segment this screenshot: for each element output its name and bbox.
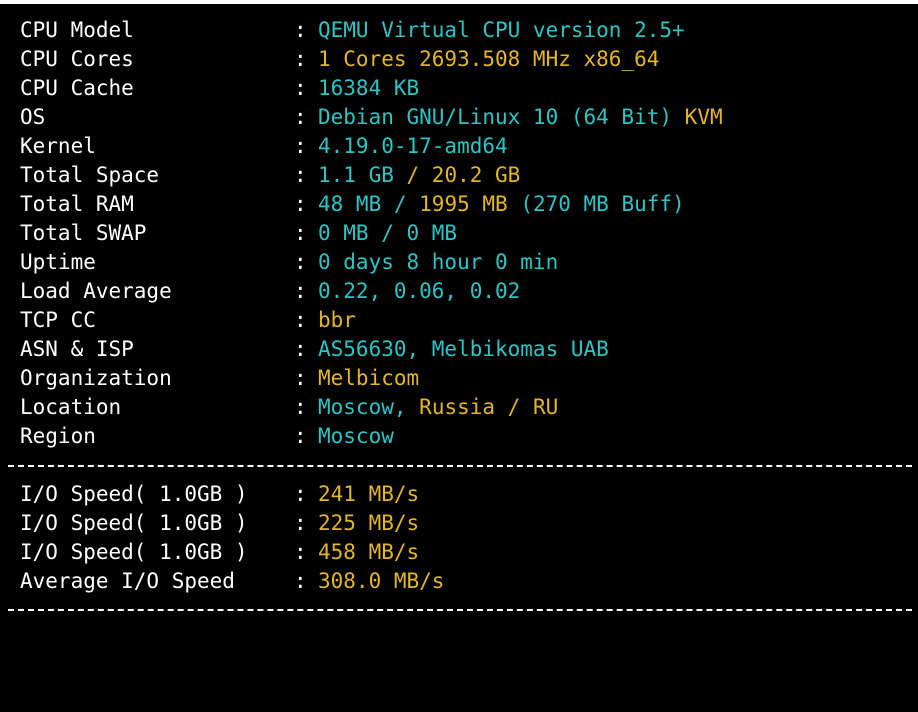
separator-colon: : bbox=[294, 424, 307, 448]
separator-colon: : bbox=[294, 163, 307, 187]
os-value: Debian GNU/Linux 10 (64 Bit) bbox=[318, 105, 673, 129]
info-row-total-ram: Total RAM : 48 MB / 1995 MB (270 MB Buff… bbox=[20, 190, 685, 219]
separator-colon: : bbox=[294, 511, 307, 535]
separator-colon: : bbox=[294, 221, 307, 245]
cpu-cores-value: 1 Cores 2693.508 MHz x86_64 bbox=[318, 47, 660, 71]
io-speed-value: 225 MB/s bbox=[318, 511, 420, 535]
total-swap-label: Total SWAP bbox=[20, 221, 147, 245]
total-ram-slash: / bbox=[381, 192, 420, 216]
separator-colon: : bbox=[294, 76, 307, 100]
io-speed-value: 458 MB/s bbox=[318, 540, 420, 564]
separator-colon: : bbox=[294, 134, 307, 158]
io-speed-row: I/O Speed( 1.0GB ) : 225 MB/s bbox=[20, 509, 419, 538]
separator-colon: : bbox=[294, 105, 307, 129]
separator-colon: : bbox=[294, 482, 307, 506]
cpu-model-label: CPU Model bbox=[20, 18, 134, 42]
separator-colon: : bbox=[294, 250, 307, 274]
total-swap-value: 0 MB / 0 MB bbox=[318, 221, 458, 245]
virtualization-value: KVM bbox=[684, 105, 723, 129]
total-space-total: 20.2 GB bbox=[431, 163, 521, 187]
separator-colon: : bbox=[294, 47, 307, 71]
total-ram-label: Total RAM bbox=[20, 192, 134, 216]
info-row-kernel: Kernel : 4.19.0-17-amd64 bbox=[20, 132, 508, 161]
window-top-border bbox=[0, 0, 918, 4]
separator-colon: : bbox=[294, 192, 307, 216]
location-country: Russia / RU bbox=[419, 395, 559, 419]
location-city: Moscow, bbox=[318, 395, 407, 419]
separator-colon: : bbox=[294, 540, 307, 564]
info-row-region: Region : Moscow bbox=[20, 422, 394, 451]
info-row-cpu-cores: CPU Cores : 1 Cores 2693.508 MHz x86_64 bbox=[20, 45, 659, 74]
separator-colon: : bbox=[294, 279, 307, 303]
load-average-label: Load Average bbox=[20, 279, 172, 303]
info-row-uptime: Uptime : 0 days 8 hour 0 min bbox=[20, 248, 558, 277]
info-row-organization: Organization : Melbicom bbox=[20, 364, 419, 393]
total-space-used: 1.1 GB bbox=[318, 163, 394, 187]
io-speed-label: I/O Speed( 1.0GB ) bbox=[20, 482, 248, 506]
asn-isp-value: AS56630, Melbikomas UAB bbox=[318, 337, 609, 361]
io-average-row: Average I/O Speed : 308.0 MB/s bbox=[20, 567, 444, 596]
organization-label: Organization bbox=[20, 366, 172, 390]
separator-colon: : bbox=[294, 308, 307, 332]
total-ram-buff: (270 MB Buff) bbox=[520, 192, 685, 216]
cpu-cache-label: CPU Cache bbox=[20, 76, 134, 100]
info-row-cpu-model: CPU Model : QEMU Virtual CPU version 2.5… bbox=[20, 16, 685, 45]
total-ram-used: 48 MB bbox=[318, 192, 382, 216]
tcp-cc-value: bbr bbox=[318, 308, 356, 332]
separator-colon: : bbox=[294, 18, 307, 42]
io-average-label: Average I/O Speed bbox=[20, 569, 235, 593]
info-row-total-swap: Total SWAP : 0 MB / 0 MB bbox=[20, 219, 457, 248]
kernel-label: Kernel bbox=[20, 134, 96, 158]
region-value: Moscow bbox=[318, 424, 394, 448]
separator-colon: : bbox=[294, 366, 307, 390]
separator-colon: : bbox=[294, 395, 307, 419]
asn-isp-label: ASN & ISP bbox=[20, 337, 134, 361]
cpu-cache-value: 16384 KB bbox=[318, 76, 420, 100]
cpu-model-value: QEMU Virtual CPU version 2.5+ bbox=[318, 18, 685, 42]
uptime-value: 0 days 8 hour 0 min bbox=[318, 250, 559, 274]
io-average-value: 308.0 MB/s bbox=[318, 569, 445, 593]
total-space-label: Total Space bbox=[20, 163, 160, 187]
info-row-asn-isp: ASN & ISP : AS56630, Melbikomas UAB bbox=[20, 335, 609, 364]
info-row-cpu-cache: CPU Cache : 16384 KB bbox=[20, 74, 419, 103]
info-row-location: Location : Moscow, Russia / RU bbox=[20, 393, 558, 422]
io-speed-row: I/O Speed( 1.0GB ) : 241 MB/s bbox=[20, 480, 419, 509]
total-space-slash: / bbox=[393, 163, 432, 187]
uptime-label: Uptime bbox=[20, 250, 96, 274]
organization-value: Melbicom bbox=[318, 366, 420, 390]
io-speed-value: 241 MB/s bbox=[318, 482, 420, 506]
load-average-value: 0.22, 0.06, 0.02 bbox=[318, 279, 521, 303]
total-ram-total: 1995 MB bbox=[419, 192, 508, 216]
region-label: Region bbox=[20, 424, 96, 448]
terminal-window: CPU Model : QEMU Virtual CPU version 2.5… bbox=[0, 0, 918, 616]
info-row-total-space: Total Space : 1.1 GB / 20.2 GB bbox=[20, 161, 520, 190]
io-speed-label: I/O Speed( 1.0GB ) bbox=[20, 511, 248, 535]
info-row-os: OS : Debian GNU/Linux 10 (64 Bit) KVM bbox=[20, 103, 723, 132]
cpu-cores-label: CPU Cores bbox=[20, 47, 134, 71]
kernel-value: 4.19.0-17-amd64 bbox=[318, 134, 508, 158]
os-label: OS bbox=[20, 105, 46, 129]
tcp-cc-label: TCP CC bbox=[20, 308, 96, 332]
io-speed-label: I/O Speed( 1.0GB ) bbox=[20, 540, 248, 564]
separator-colon: : bbox=[294, 337, 307, 361]
location-label: Location bbox=[20, 395, 122, 419]
io-speed-row: I/O Speed( 1.0GB ) : 458 MB/s bbox=[20, 538, 419, 567]
info-row-tcp-cc: TCP CC : bbr bbox=[20, 306, 356, 335]
section-divider bbox=[8, 465, 912, 467]
info-row-load-average: Load Average : 0.22, 0.06, 0.02 bbox=[20, 277, 520, 306]
separator-colon: : bbox=[294, 569, 307, 593]
section-divider-bottom bbox=[8, 609, 912, 611]
